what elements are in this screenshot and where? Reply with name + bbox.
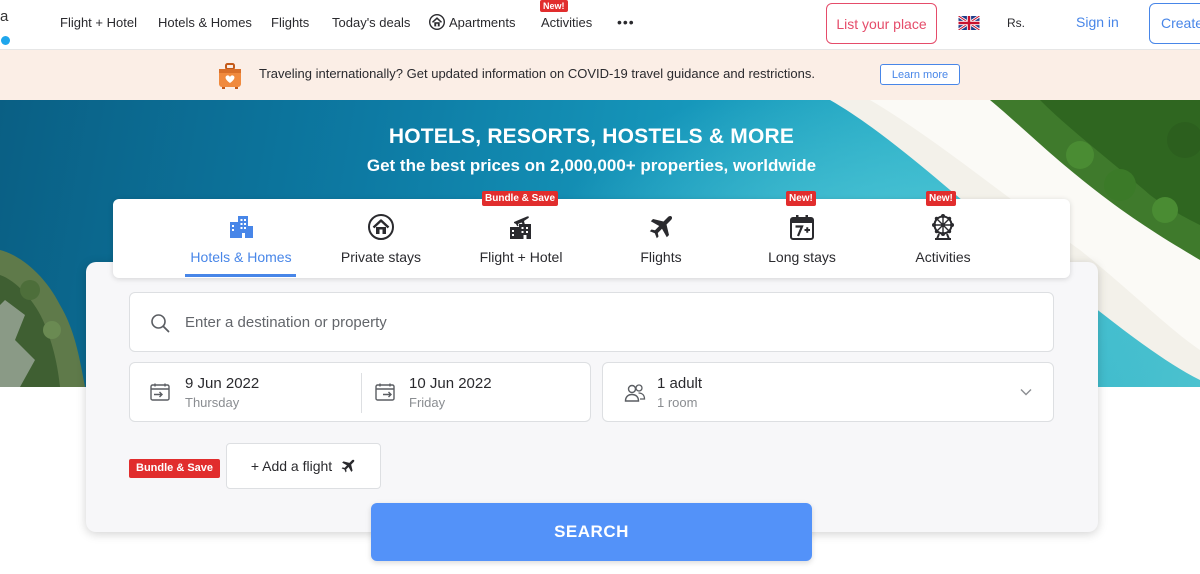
checkin-day-value: Thursday xyxy=(185,395,240,410)
nav-flight-hotel[interactable]: Flight + Hotel xyxy=(60,15,137,30)
destination-field[interactable] xyxy=(129,292,1054,352)
top-navigation: a Flight + Hotel Hotels & Homes Flights … xyxy=(0,0,1200,50)
bundle-save-badge: Bundle & Save xyxy=(482,191,559,206)
tab-hotels-homes-label: Hotels & Homes xyxy=(190,249,292,265)
nav-flights[interactable]: Flights xyxy=(271,15,309,30)
create-account-button[interactable]: Create xyxy=(1149,3,1200,44)
uk-flag-icon[interactable] xyxy=(958,16,980,30)
airplane-icon xyxy=(341,459,355,473)
occupancy-selector[interactable]: 1 adult 1 room xyxy=(602,362,1054,422)
new-badge: New! xyxy=(540,0,568,12)
date-range-field: 9 Jun 2022 Thursday 10 Jun 2022 Friday xyxy=(129,362,591,422)
hero-subtitle: Get the best prices on 2,000,000+ proper… xyxy=(366,156,817,175)
apartment-icon xyxy=(429,14,445,30)
active-tab-indicator xyxy=(185,274,296,277)
tab-private-stays[interactable]: Private stays xyxy=(321,199,441,278)
tab-activities[interactable]: Activities xyxy=(881,199,1005,278)
private-home-icon xyxy=(368,214,394,240)
airplane-icon xyxy=(649,215,673,239)
tab-hotels-homes[interactable]: Hotels & Homes xyxy=(177,199,305,278)
tab-flight-hotel-label: Flight + Hotel xyxy=(479,249,563,265)
checkout-date-value: 10 Jun 2022 xyxy=(409,375,492,392)
tab-long-stays-label: Long stays xyxy=(768,249,836,265)
search-icon xyxy=(151,314,170,333)
tab-activities-label: Activities xyxy=(915,249,971,265)
people-icon xyxy=(624,384,646,402)
hero-title: HOTELS, RESORTS, HOSTELS & MORE xyxy=(388,125,795,148)
tab-long-stays[interactable]: Long stays xyxy=(741,199,863,278)
adults-count: 1 adult xyxy=(657,375,703,392)
currency-selector[interactable]: Rs. xyxy=(1007,16,1025,30)
activities-new-badge: New! xyxy=(926,191,956,206)
more-menu-icon[interactable]: ••• xyxy=(617,14,635,30)
agoda-logo[interactable]: a xyxy=(0,6,16,45)
checkout-calendar-icon xyxy=(375,383,395,401)
bundle-save-tag: Bundle & Save xyxy=(129,459,221,478)
search-button[interactable]: SEARCH xyxy=(371,503,812,561)
tab-private-stays-label: Private stays xyxy=(340,249,422,265)
add-flight-label: + Add a flight xyxy=(250,458,333,474)
learn-more-button[interactable]: Learn more xyxy=(880,64,960,85)
destination-input[interactable] xyxy=(185,310,985,334)
ferris-wheel-icon xyxy=(932,214,954,240)
nav-hotels-homes[interactable]: Hotels & Homes xyxy=(158,15,252,30)
tab-flights[interactable]: Flights xyxy=(601,199,721,278)
checkin-calendar-icon xyxy=(150,383,170,401)
logo-letter: a xyxy=(0,8,9,25)
checkin-date[interactable]: 9 Jun 2022 Thursday xyxy=(130,363,361,421)
checkout-date[interactable]: 10 Jun 2022 Friday xyxy=(362,363,590,421)
rooms-count: 1 room xyxy=(657,395,698,410)
nav-apartments[interactable]: Apartments xyxy=(429,14,515,30)
long-stays-new-badge: New! xyxy=(786,191,816,206)
calendar-7-plus-icon xyxy=(790,215,814,240)
flight-hotel-icon xyxy=(510,216,531,239)
covid-banner-text: Traveling internationally? Get updated i… xyxy=(259,66,815,81)
chevron-down-icon xyxy=(1020,389,1032,396)
tab-flights-label: Flights xyxy=(640,249,682,265)
suitcase-heart-icon xyxy=(219,63,241,89)
product-tabs: Hotels & Homes Private stays Flight + Ho… xyxy=(113,199,1070,278)
tab-flight-hotel[interactable]: Flight + Hotel xyxy=(461,199,581,278)
nav-activities[interactable]: Activities xyxy=(541,15,592,30)
list-your-place-button[interactable]: List your place xyxy=(826,3,937,44)
nav-todays-deals[interactable]: Today's deals xyxy=(332,15,410,30)
hotel-buildings-icon xyxy=(230,216,253,238)
nav-apartments-label: Apartments xyxy=(449,14,516,30)
sign-in-link[interactable]: Sign in xyxy=(1076,14,1119,30)
add-flight-button[interactable]: + Add a flight xyxy=(226,443,381,489)
checkin-date-value: 9 Jun 2022 xyxy=(185,375,260,392)
covid-banner: Traveling internationally? Get updated i… xyxy=(0,50,1200,100)
checkout-day-value: Friday xyxy=(409,395,446,410)
logo-dot xyxy=(1,36,10,45)
